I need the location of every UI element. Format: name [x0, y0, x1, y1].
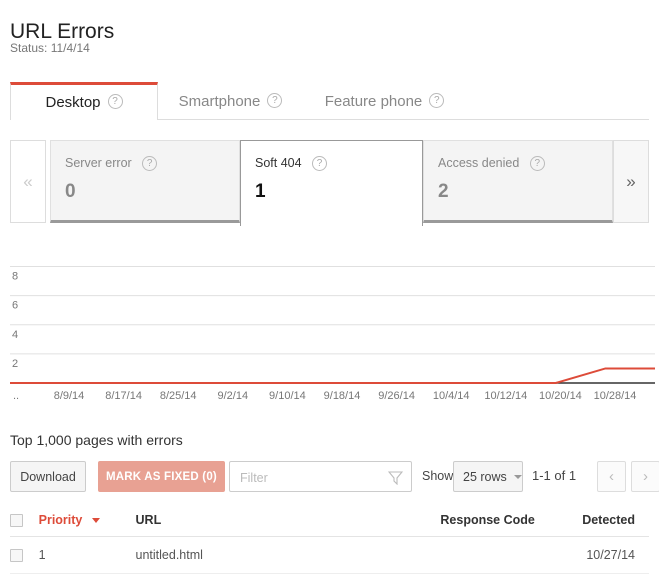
help-icon[interactable]: ? — [429, 92, 445, 108]
chart-x-tick-label: .. — [13, 390, 19, 402]
chevron-double-left-icon: « — [23, 171, 33, 191]
tile-server-error-label: Server error ? — [65, 156, 239, 172]
mark-as-fixed-button[interactable]: MARK AS FIXED (0) — [98, 461, 225, 492]
select-all-checkbox[interactable] — [10, 514, 23, 528]
pagination-prev-button[interactable]: ‹ — [597, 461, 626, 492]
row-url[interactable]: untitled.html — [135, 536, 427, 575]
chart-x-tick-label: 10/20/14 — [539, 390, 582, 402]
filter-input-wrapper[interactable] — [229, 461, 412, 493]
help-icon[interactable]: ? — [142, 156, 158, 171]
tile-label-text: Server error — [65, 156, 132, 170]
tile-server-error-count: 0 — [65, 181, 76, 202]
chart-x-tick-label: 9/2/14 — [218, 390, 249, 402]
tab-smartphone[interactable]: Smartphone ? — [158, 82, 303, 120]
row-detected: 10/27/14 — [548, 536, 649, 575]
row-priority: 1 — [38, 536, 136, 575]
column-header-detected[interactable]: Detected — [548, 505, 649, 538]
tile-access-denied-label: Access denied ? — [438, 156, 612, 172]
errors-table: Priority URL Response Code Detected 1 un… — [10, 505, 649, 575]
tile-label-text: Soft 404 — [255, 156, 302, 170]
chart-gridlines — [10, 266, 655, 355]
chart-x-tick-label: 9/26/14 — [378, 390, 415, 402]
row-response-code — [426, 536, 549, 575]
chart-x-tick-label: 10/28/14 — [594, 390, 637, 402]
tab-desktop[interactable]: Desktop ? — [10, 82, 158, 120]
column-header-priority-label: Priority — [38, 513, 83, 528]
help-icon[interactable]: ? — [107, 94, 123, 109]
row-checkbox[interactable] — [10, 549, 23, 563]
chart-x-tick-label: 10/12/14 — [484, 390, 527, 402]
help-icon[interactable]: ? — [267, 92, 283, 108]
show-rows-label: Show — [422, 469, 454, 483]
rows-per-page-select[interactable]: 25 rows — [453, 461, 523, 492]
tile-access-denied[interactable]: Access denied ? 2 — [423, 140, 613, 223]
chart-y-tick-label: 8 — [12, 271, 18, 283]
tile-soft-404-count: 1 — [255, 181, 266, 202]
filter-funnel-icon[interactable] — [387, 470, 404, 490]
pagination-range-label: 1-1 of 1 — [532, 468, 577, 483]
errors-table-head: Priority URL Response Code Detected — [10, 505, 649, 538]
sort-descending-icon — [91, 518, 100, 524]
table-toolbar: Download MARK AS FIXED (0) Show 25 rows … — [10, 461, 659, 494]
tile-server-error[interactable]: Server error ? 0 — [50, 140, 240, 223]
table-header-row: Priority URL Response Code Detected — [10, 505, 649, 538]
chevron-right-icon: › — [643, 468, 648, 485]
chart-y-tick-label: 2 — [12, 358, 18, 370]
row-select-cell — [10, 536, 39, 575]
chevron-down-icon — [513, 474, 522, 479]
chart-x-tick-label: 8/25/14 — [160, 390, 197, 402]
tile-label-text: Access denied — [438, 156, 520, 170]
tiles-prev-arrow-button[interactable]: « — [10, 140, 46, 223]
errors-table-body: 1 untitled.html 10/27/14 — [10, 536, 649, 575]
help-icon[interactable]: ? — [529, 156, 545, 171]
chart-series-line — [10, 367, 655, 384]
chart-y-tick-labels: 2 4 6 8 — [12, 271, 18, 370]
tile-soft-404[interactable]: Soft 404 ? 1 — [240, 140, 423, 226]
chart-y-tick-label: 4 — [12, 329, 18, 341]
chevron-double-right-icon: » — [626, 171, 636, 191]
tile-access-denied-count: 2 — [438, 181, 449, 202]
help-icon[interactable]: ? — [312, 156, 328, 171]
filter-input[interactable] — [238, 462, 387, 493]
column-header-url[interactable]: URL — [135, 505, 427, 538]
tile-soft-404-label: Soft 404 ? — [255, 156, 422, 172]
tiles-next-arrow-button[interactable]: » — [613, 140, 649, 223]
chart-x-tick-label: 9/18/14 — [324, 390, 361, 402]
chart-svg: 2 4 6 8 .. 8/9/14 8/17/14 8/25/14 9/2/14 9/10/14… — [10, 266, 655, 402]
download-button[interactable]: Download — [10, 461, 86, 492]
rows-per-page-value: 25 rows — [463, 469, 507, 484]
chart-x-tick-label: 9/10/14 — [269, 390, 306, 402]
chart-y-tick-label: 6 — [12, 300, 18, 312]
chart-x-tick-label: 8/17/14 — [105, 390, 142, 402]
tab-feature-phone-label: Feature phone — [324, 92, 423, 110]
chart-x-tick-label: 8/9/14 — [54, 390, 85, 402]
error-type-tiles: « Server error ? 0 Soft 404 ? 1 Access d… — [10, 140, 649, 226]
tab-feature-phone[interactable]: Feature phone ? — [303, 82, 466, 120]
chevron-left-icon: ‹ — [609, 468, 614, 485]
tabs-bar: Desktop ? Smartphone ? Feature phone ? — [10, 82, 649, 120]
tab-smartphone-label: Smartphone — [178, 92, 261, 110]
pagination-next-button[interactable]: › — [631, 461, 659, 492]
select-all-header — [10, 505, 39, 538]
column-header-priority[interactable]: Priority — [38, 505, 136, 538]
errors-over-time-chart[interactable]: 2 4 6 8 .. 8/9/14 8/17/14 8/25/14 9/2/14 9/10/14… — [0, 240, 659, 410]
chart-x-tick-labels: .. 8/9/14 8/17/14 8/25/14 9/2/14 9/10/14 9/18/… — [13, 390, 636, 402]
tab-desktop-label: Desktop — [45, 94, 101, 111]
table-heading: Top 1,000 pages with errors — [10, 432, 183, 448]
table-row[interactable]: 1 untitled.html 10/27/14 — [10, 536, 649, 575]
chart-x-tick-label: 10/4/14 — [433, 390, 470, 402]
status-line: Status: 11/4/14 — [10, 41, 90, 55]
column-header-response-code[interactable]: Response Code — [426, 505, 549, 538]
